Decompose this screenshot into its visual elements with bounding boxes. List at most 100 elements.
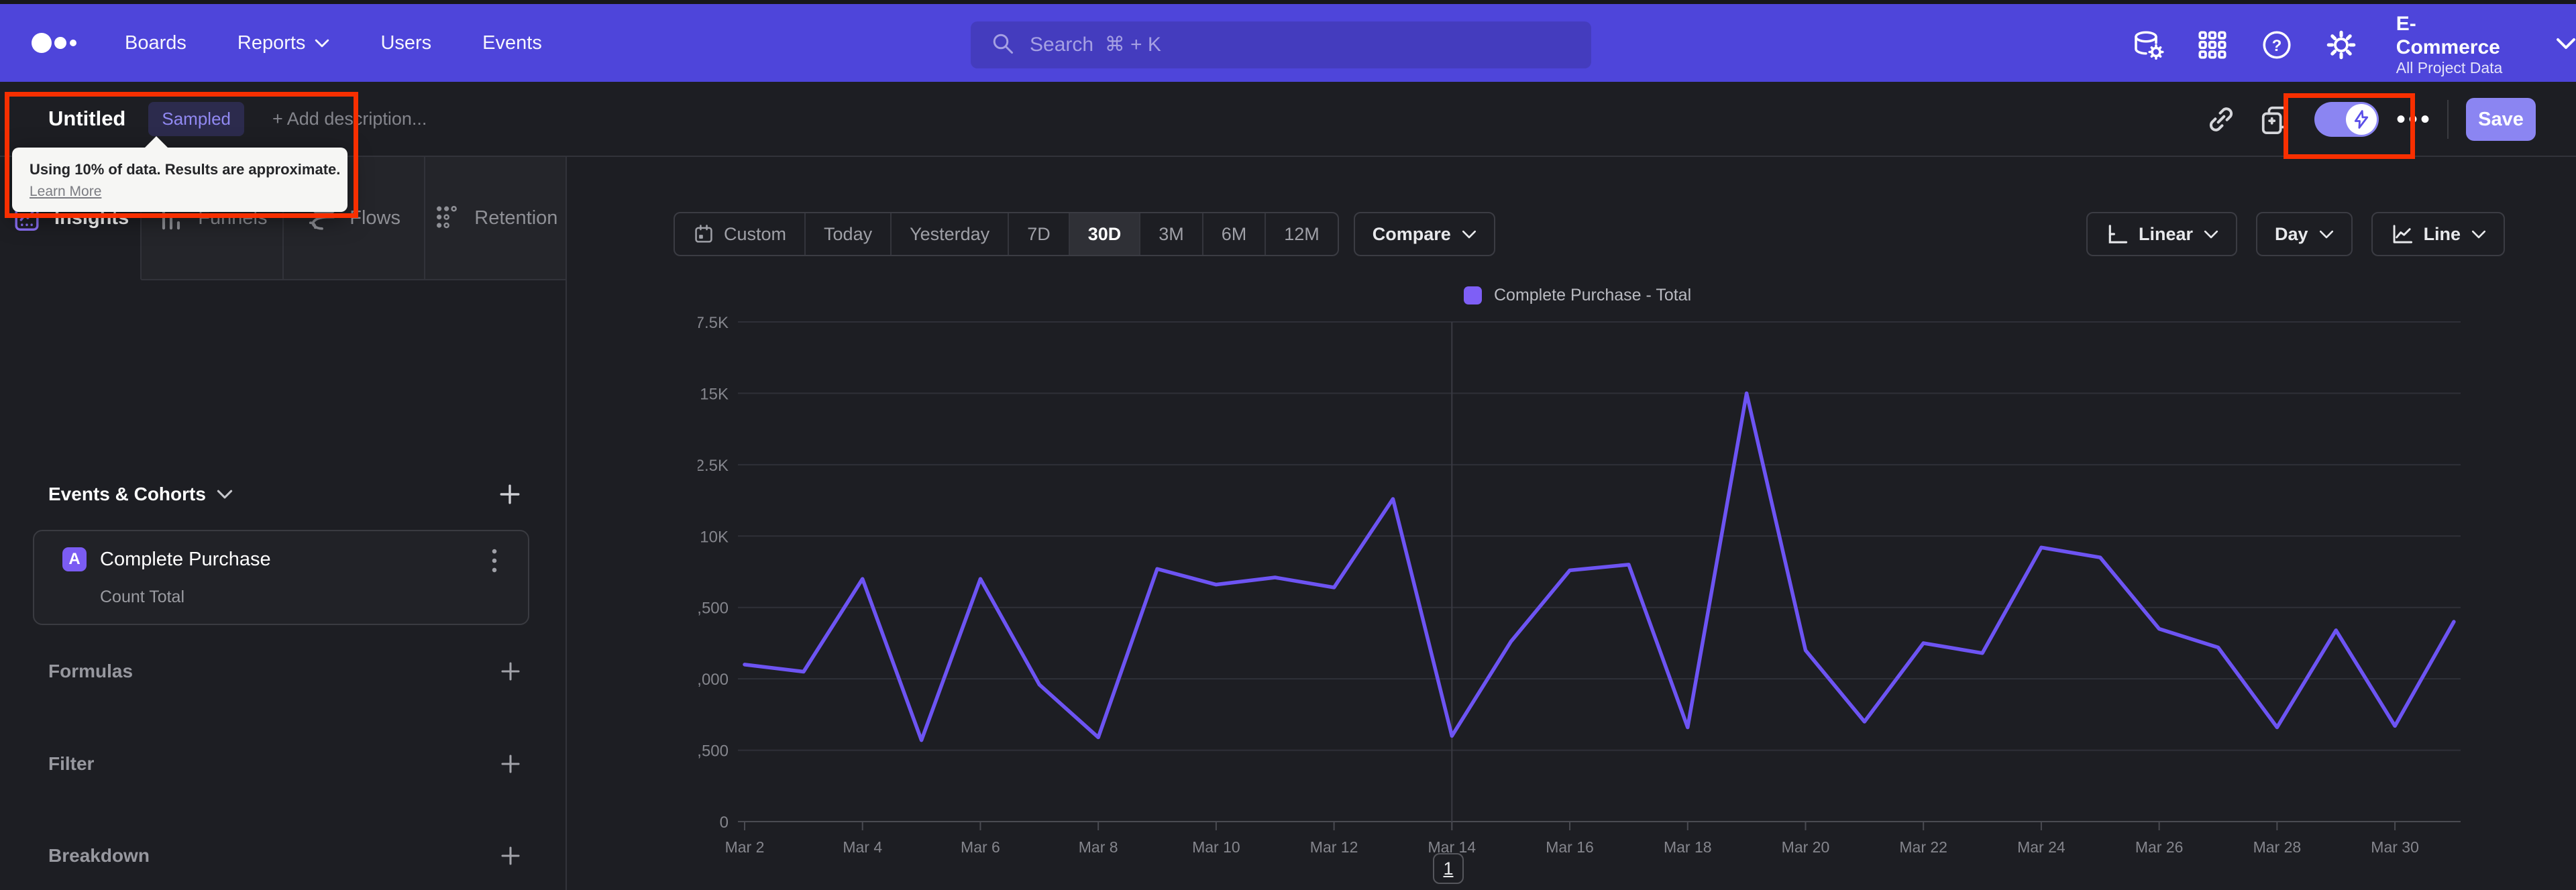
event-metric[interactable]: Count Total bbox=[100, 588, 184, 607]
share-link-icon[interactable] bbox=[2204, 103, 2238, 136]
nav-item-boards[interactable]: Boards bbox=[125, 32, 186, 54]
range-3m[interactable]: 3M bbox=[1140, 213, 1203, 255]
x-axis-label: Mar 30 bbox=[2371, 838, 2419, 856]
chevron-down-icon bbox=[2319, 230, 2333, 238]
chart-type-selector[interactable]: Line bbox=[2371, 212, 2506, 256]
x-axis-label: Mar 4 bbox=[843, 838, 882, 856]
tab-label: Flows bbox=[350, 207, 400, 229]
svg-text:?: ? bbox=[2271, 37, 2282, 55]
section-breakdown: Breakdown bbox=[0, 835, 566, 877]
project-name: E-Commerce bbox=[2396, 13, 2500, 58]
tab-label: Retention bbox=[474, 207, 558, 229]
search-bar[interactable] bbox=[971, 21, 1591, 68]
events-cohorts-label[interactable]: Events & Cohorts bbox=[48, 484, 206, 505]
range-label: Yesterday bbox=[910, 223, 990, 244]
toolbar-actions: ••• Save bbox=[2204, 82, 2536, 157]
top-nav: Boards Reports Users Events Search ⌘ + K… bbox=[0, 0, 2576, 82]
nav-item-events[interactable]: Events bbox=[482, 32, 542, 54]
y-axis-label: 0 bbox=[720, 814, 729, 832]
event-title[interactable]: Complete Purchase bbox=[100, 549, 271, 571]
range-label: 6M bbox=[1221, 223, 1247, 244]
range-label: Custom bbox=[724, 223, 787, 244]
compare-button[interactable]: Compare bbox=[1353, 212, 1495, 256]
sampling-tooltip: Using 10% of data. Results are approxima… bbox=[12, 136, 347, 212]
nav-item-label: Users bbox=[380, 32, 432, 54]
x-axis-label: Mar 20 bbox=[1782, 838, 1830, 856]
scale-selector[interactable]: Linear bbox=[2086, 212, 2238, 256]
section-formulas: Formulas bbox=[0, 651, 566, 692]
search-input[interactable] bbox=[1030, 34, 1571, 56]
line-chart-icon bbox=[2393, 225, 2412, 243]
help-icon[interactable]: ? bbox=[2261, 29, 2293, 61]
range-label: Today bbox=[824, 223, 873, 244]
tooltip-text: Using 10% of data. Results are approxima… bbox=[30, 161, 341, 178]
range-label: 30D bbox=[1087, 223, 1122, 244]
save-button[interactable]: Save bbox=[2466, 98, 2536, 141]
calendar-icon bbox=[695, 225, 712, 243]
learn-more-link[interactable]: Learn More bbox=[30, 184, 101, 200]
x-axis-label: Mar 12 bbox=[1310, 838, 1358, 856]
interval-label: Day bbox=[2275, 223, 2308, 244]
x-axis-label: Mar 6 bbox=[961, 838, 1000, 856]
range-12m[interactable]: 12M bbox=[1266, 213, 1338, 255]
x-axis-label: Mar 8 bbox=[1079, 838, 1118, 856]
y-axis-label: 7,500 bbox=[698, 600, 729, 618]
chevron-down-icon bbox=[2204, 230, 2218, 238]
project-scope: All Project Data bbox=[2396, 59, 2503, 76]
range-30d[interactable]: 30D bbox=[1069, 213, 1141, 255]
y-axis-label: 12.5K bbox=[698, 457, 729, 475]
duplicate-icon[interactable] bbox=[2258, 103, 2292, 136]
search-icon bbox=[991, 32, 1015, 59]
range-custom[interactable]: Custom bbox=[675, 213, 806, 255]
nav-item-reports[interactable]: Reports bbox=[237, 32, 330, 54]
scale-label: Linear bbox=[2139, 223, 2194, 244]
y-axis-label: 10K bbox=[700, 528, 729, 546]
event-kebab-menu[interactable] bbox=[481, 547, 508, 574]
range-today[interactable]: Today bbox=[806, 213, 892, 255]
pagination-page-1[interactable]: 1 bbox=[1433, 853, 1464, 884]
retention-dots-icon bbox=[437, 205, 458, 229]
nav-item-users[interactable]: Users bbox=[380, 32, 431, 54]
x-axis-label: Mar 26 bbox=[2135, 838, 2184, 856]
range-7d[interactable]: 7D bbox=[1009, 213, 1070, 255]
chevron-down-icon[interactable] bbox=[217, 489, 233, 500]
event-card[interactable]: A Complete Purchase Count Total bbox=[33, 530, 529, 625]
sampled-badge[interactable]: Sampled bbox=[148, 101, 244, 136]
x-axis-label: Mar 24 bbox=[2017, 838, 2065, 856]
toolbar-divider bbox=[2447, 100, 2449, 139]
series-line-complete-purchase[interactable] bbox=[743, 391, 2456, 742]
add-description[interactable]: + Add description... bbox=[272, 109, 427, 129]
x-axis-label: Mar 16 bbox=[1546, 838, 1594, 856]
add-event-button[interactable] bbox=[498, 483, 521, 506]
chart-type-label: Line bbox=[2423, 223, 2461, 244]
tab-retention[interactable]: Retention bbox=[425, 157, 566, 280]
nav-item-label: Events bbox=[482, 32, 542, 54]
section-filter: Filter bbox=[0, 743, 566, 785]
x-axis-label: Mar 10 bbox=[1192, 838, 1240, 856]
section-label: Formulas bbox=[48, 661, 133, 681]
sampling-toggle[interactable] bbox=[2314, 102, 2379, 137]
events-cohorts-header: Events & Cohorts bbox=[0, 474, 566, 515]
y-axis-label: 17.5K bbox=[698, 314, 729, 332]
query-builder-panel: Insights Funnels Flows Retention Events & C… bbox=[0, 157, 567, 890]
range-yesterday[interactable]: Yesterday bbox=[892, 213, 1010, 255]
report-title[interactable]: Untitled bbox=[48, 107, 125, 131]
mixpanel-logo-icon[interactable] bbox=[30, 27, 82, 59]
event-series-badge: A bbox=[62, 547, 87, 571]
mixpanel-insights-page: Boards Reports Users Events Search ⌘ + K… bbox=[0, 0, 2576, 890]
y-axis-label: 5,000 bbox=[698, 671, 729, 689]
project-selector[interactable]: E-Commerce All Project Data bbox=[2396, 13, 2520, 77]
add-formulas-button[interactable] bbox=[500, 661, 521, 682]
settings-icon[interactable] bbox=[2325, 29, 2357, 61]
apps-grid-icon[interactable] bbox=[2196, 29, 2229, 61]
line-chart[interactable]: 0 2,500 5,000 7,500 10K 12.5K 15K 17.5K Mar 2 Mar… bbox=[698, 295, 2509, 889]
interval-selector[interactable]: Day bbox=[2256, 212, 2353, 256]
add-filter-button[interactable] bbox=[500, 753, 521, 775]
range-6m[interactable]: 6M bbox=[1203, 213, 1267, 255]
data-management-icon[interactable] bbox=[2132, 29, 2164, 61]
nav-item-label: Reports bbox=[237, 32, 306, 54]
add-breakdown-button[interactable] bbox=[500, 845, 521, 867]
linear-axis-icon bbox=[2108, 225, 2128, 243]
range-label: 3M bbox=[1159, 223, 1184, 244]
range-label: 7D bbox=[1027, 223, 1051, 244]
